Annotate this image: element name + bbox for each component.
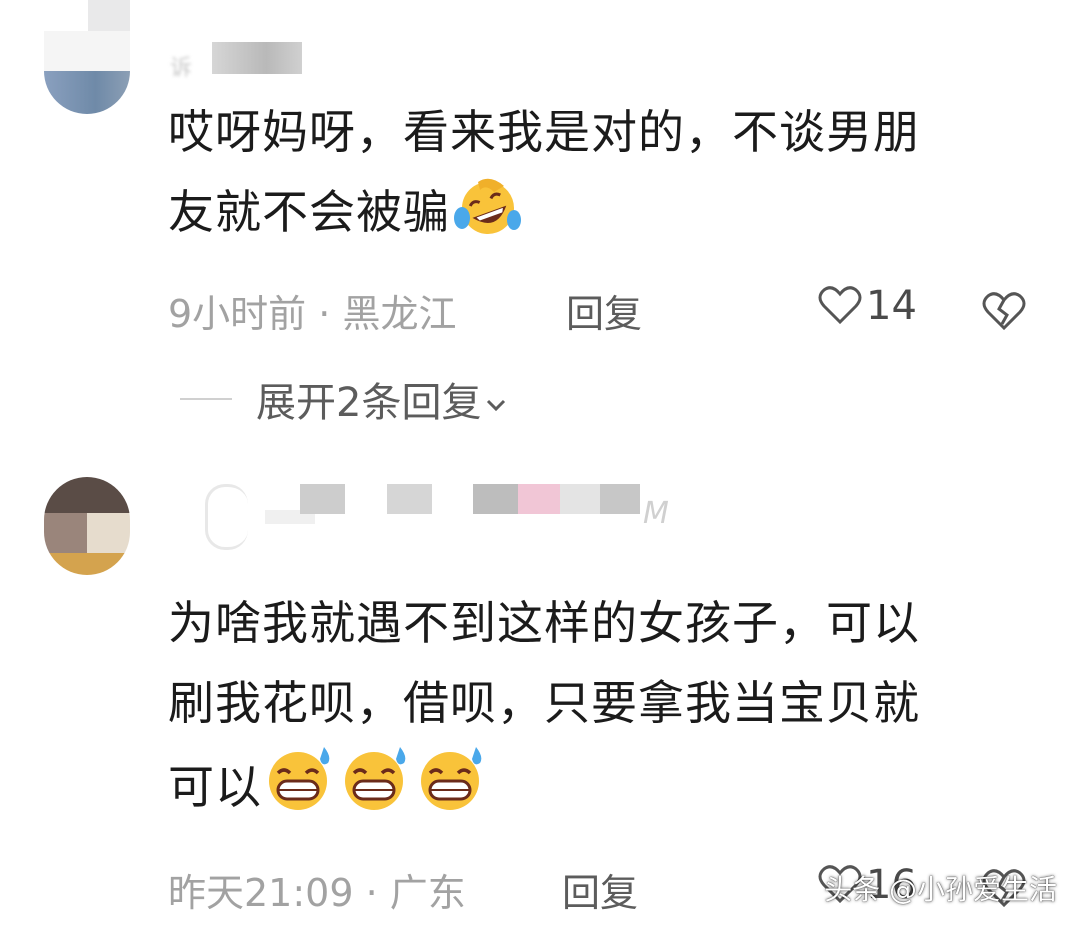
chevron-down-icon (481, 380, 511, 426)
comment-location: 黑龙江 (342, 292, 457, 336)
comment-line: 为啥我就遇不到这样的女孩子，可以 (168, 596, 920, 650)
grinning-face-with-sweat-icon (262, 743, 338, 837)
dislike-button[interactable] (982, 291, 1026, 335)
like-button[interactable]: 14 (818, 283, 917, 335)
grinning-face-with-sweat-icon (414, 743, 490, 837)
heart-icon (818, 285, 862, 335)
avatar-pixel (44, 31, 130, 71)
username-fragment: 诉 (170, 56, 193, 81)
username-mosaic (600, 484, 640, 514)
expand-replies-button[interactable]: 展开2条回复 (256, 370, 511, 428)
comment-line: 刷我花呗，借呗，只要拿我当宝贝就 (168, 676, 920, 730)
comment-time: 昨天21:09 (168, 871, 354, 915)
meta-separator: · (353, 871, 390, 915)
avatar[interactable] (44, 477, 130, 575)
reply-button[interactable]: 回复 (566, 283, 642, 338)
reply-button[interactable]: 回复 (562, 862, 638, 917)
meta-separator: · (306, 292, 343, 336)
expand-replies-label: 展开2条回复 (256, 380, 482, 426)
username-mosaic (518, 484, 560, 514)
comment-meta: 9小时前 · 黑龙江 (168, 283, 456, 338)
username-mosaic: M (643, 496, 669, 531)
comment-line: 友就不会被骗 (168, 172, 1048, 262)
avatar[interactable] (44, 0, 130, 114)
like-count: 14 (866, 283, 917, 329)
avatar-pixel (88, 0, 130, 31)
username-mosaic (212, 42, 302, 74)
rolling-on-floor-laughing-icon (450, 176, 526, 262)
comment-line: 可以 (168, 743, 1048, 837)
broken-heart-icon (982, 292, 1026, 335)
username-mosaic (205, 484, 248, 550)
username-blurred[interactable]: M (205, 478, 705, 550)
comment-text: 为啥我就遇不到这样的女孩子，可以 刷我花呗，借呗，只要拿我当宝贝就 可以 (168, 583, 1048, 837)
avatar-pixel (87, 513, 130, 553)
watermark: 头条 @小孙爱生活 (824, 873, 1057, 906)
username-mosaic (473, 484, 518, 514)
avatar-pixel (44, 71, 130, 114)
username-mosaic (560, 484, 600, 514)
expand-divider (180, 398, 232, 400)
comment-location: 广东 (389, 871, 466, 915)
comment-text: 哎呀妈呀，看来我是对的，不谈男朋 友就不会被骗 (168, 92, 1048, 262)
username-blurred[interactable]: 诉 (170, 42, 302, 81)
comment-time: 9小时前 (168, 292, 307, 336)
grinning-face-with-sweat-icon (338, 743, 414, 837)
avatar-pixel (44, 553, 130, 575)
username-mosaic (300, 484, 345, 514)
comment-meta: 昨天21:09 · 广东 (168, 862, 466, 917)
avatar-pixel (44, 477, 130, 513)
comment-line: 哎呀妈呀，看来我是对的，不谈男朋 (168, 105, 920, 159)
avatar-pixel (44, 513, 87, 553)
username-mosaic (387, 484, 432, 514)
